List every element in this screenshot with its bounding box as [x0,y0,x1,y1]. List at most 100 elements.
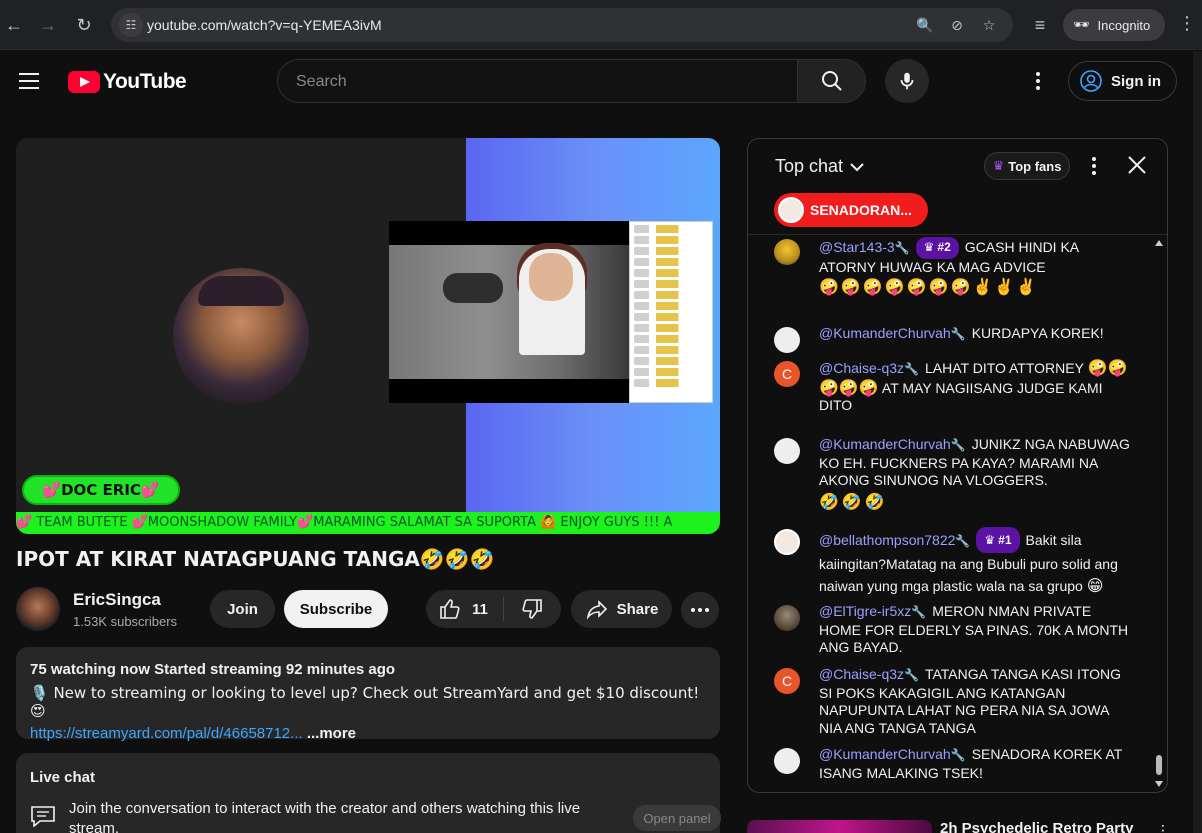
chat-avatar [774,438,800,464]
channel-avatar[interactable] [16,587,60,631]
moderator-wrench-icon: 🔧 [950,748,966,762]
crown-icon: ♛ [992,158,1005,173]
chat-emoji: 🤪🤪🤪🤪🤪🤪🤪✌️✌️✌️ [819,277,1039,296]
account-icon [1080,70,1102,92]
fan-rank-badge: ♛ #1 [976,527,1020,553]
open-panel-button[interactable]: Open panel [633,805,721,831]
host-name-badge: 💕DOC ERIC💕 [22,475,180,505]
guest-face-image [529,253,573,301]
pinned-message-chip[interactable]: SENADORAN... [774,193,928,227]
chat-text: LAHAT DITO ATTORNEY [924,360,1084,376]
description-line: 🎙️ New to streaming or looking to level … [30,684,700,720]
video-title: IPOT AT KIRAT NATAGPUANG TANGA🤣🤣🤣 [16,547,495,571]
up-next-title[interactable]: 2h Psychedelic Retro Party [940,820,1133,833]
chat-avatar-letter: C [774,361,800,387]
youtube-logo[interactable]: YouTube [68,70,187,94]
chat-author[interactable]: @KumanderChurvah [819,436,951,452]
address-bar[interactable]: ☷ youtube.com/watch?v=q-YEMEA3ivM 🔍 ⊘ ☆ [111,8,1013,42]
more-actions-icon[interactable] [681,592,719,628]
logo-wordmark: YouTube [103,70,187,93]
chat-author[interactable]: @Chaise-q3z [819,666,904,682]
site-info-icon[interactable]: ☷ [119,13,143,37]
up-next-menu-icon[interactable]: ⋮ [1156,822,1170,833]
incognito-label: Incognito [1097,17,1151,33]
like-dislike-group: 11 [426,590,561,628]
chat-menu-icon[interactable] [1090,155,1098,177]
pinned-avatar [778,197,804,223]
chat-message-list[interactable]: @Star143-3🔧 ♛ #2 GCASH HINDI KA ATORNY HUWA… [748,236,1167,792]
menu-icon[interactable] [19,73,39,89]
zoom-icon[interactable]: 🔍 [916,16,934,34]
chat-scrollbar[interactable] [1153,236,1165,792]
chat-author[interactable]: @ElTigre-ir5xz [819,603,911,619]
studio-mic-image [443,273,503,303]
subscriber-count: 1.53K subscribers [73,614,178,629]
scroll-thumb[interactable] [1156,755,1162,775]
chat-author[interactable]: @Chaise-q3z [819,360,904,376]
chat-emoji: 🤣🤣🤣 [819,491,888,511]
search-icon [821,71,842,91]
close-icon[interactable] [1126,154,1148,176]
crown-icon: ♛ [923,240,935,254]
sign-in-button[interactable]: Sign in [1068,61,1177,101]
top-fans-label: Top fans [1008,158,1062,174]
moderator-wrench-icon: 🔧 [955,534,971,548]
forward-icon[interactable]: → [36,13,60,37]
dislike-button[interactable] [504,597,560,621]
subscribe-button[interactable]: Subscribe [284,590,388,628]
share-icon [586,600,607,620]
watching-stats: 75 watching now Started streaming 92 min… [30,661,396,678]
thumbs-down-icon [522,599,542,619]
eye-off-icon[interactable]: ⊘ [948,16,966,34]
video-player[interactable]: 💕DOC ERIC💕 💕 TEAM BUTETE 💕MOONSHADOW FAM… [16,138,720,534]
sign-in-label: Sign in [1111,72,1161,90]
description-link[interactable]: https://streamyard.com/pal/d/46658712... [30,725,303,742]
incognito-indicator[interactable]: 🕶 Incognito [1063,9,1165,41]
youtube-play-icon [68,71,100,93]
reload-icon[interactable]: ↻ [72,13,96,37]
chat-mode-dropdown[interactable]: Top chat [775,156,865,177]
settings-more-icon[interactable] [1026,68,1050,94]
fan-rank-label: #1 [998,533,1012,547]
chat-author[interactable]: @KumanderChurvah [819,325,951,341]
like-button[interactable]: 11 [426,597,504,621]
back-icon[interactable]: ← [2,13,26,37]
chat-header: Top chat ♛ Top fans SENADORAN... [748,139,1167,235]
chat-bubble-icon [31,806,55,827]
join-button[interactable]: Join [210,590,275,628]
search-input[interactable] [296,70,776,94]
show-more-button[interactable]: ...more [303,725,356,742]
channel-name[interactable]: EricSingca [73,590,161,610]
yt-masthead: YouTube Sign in [0,51,1202,111]
top-fans-button[interactable]: ♛ Top fans [984,152,1070,180]
chevron-down-icon [850,162,864,171]
scroll-down-arrow-icon[interactable] [1155,781,1163,787]
fan-rank-badge: ♛ #2 [915,237,959,259]
stream-ticker: 💕 TEAM BUTETE 💕MOONSHADOW FAMILY💕MARAMIN… [16,512,720,534]
moderator-wrench-icon: 🔧 [904,668,919,682]
browser-menu-icon[interactable]: ⋮ [1178,13,1196,34]
chat-avatar [774,239,800,265]
live-chat-title: Live chat [30,769,96,786]
up-next-thumbnail[interactable] [747,820,932,833]
search-button[interactable] [797,59,866,103]
live-chat-card: Live chat Join the conversation to inter… [16,753,721,833]
fan-rank-label: #2 [937,240,951,254]
scroll-up-arrow-icon[interactable] [1155,240,1163,246]
media-queue-icon[interactable]: ≡ [1028,13,1052,37]
thumbs-up-icon [440,599,460,619]
browser-toolbar: ← → ↻ ☷ youtube.com/watch?v=q-YEMEA3ivM … [0,0,1202,50]
page-scrollbar[interactable] [1193,51,1202,833]
chat-text: KURDAPYA KOREK! [971,325,1104,341]
chat-author[interactable]: @bellathompson7822 [819,532,955,548]
bookmark-star-icon[interactable]: ☆ [980,16,998,34]
like-count: 11 [472,600,488,618]
voice-search-button[interactable] [885,59,929,103]
video-description[interactable]: 75 watching now Started streaming 92 min… [16,647,720,742]
chat-avatar [774,605,800,631]
url-text[interactable]: youtube.com/watch?v=q-YEMEA3ivM [147,17,382,33]
chat-author[interactable]: @Star143-3 [819,239,895,255]
chat-avatar [774,529,800,555]
chat-author[interactable]: @KumanderChurvah [819,746,951,762]
share-button[interactable]: Share [571,590,672,628]
